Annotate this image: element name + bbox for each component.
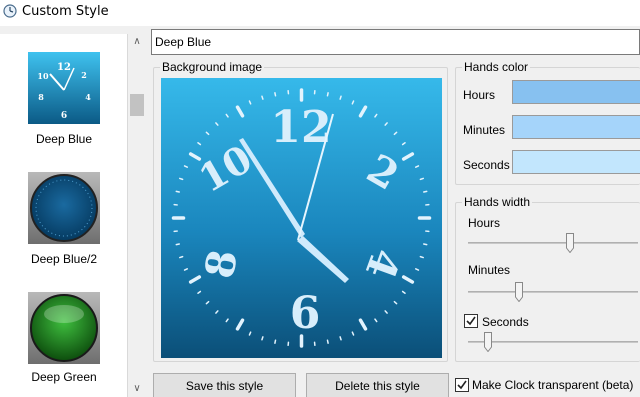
hours-color-swatch[interactable] [512, 80, 640, 104]
list-item-label: Deep Green [31, 370, 97, 384]
hours-color-label: Hours [463, 88, 496, 102]
transparent-label: Make Clock transparent (beta) [472, 378, 634, 392]
minute-tick [423, 243, 428, 246]
save-style-button[interactable]: Save this style [153, 373, 296, 397]
transparent-checkbox[interactable] [455, 378, 469, 392]
hands-width-group: Hands width Hours Minutes Seconds [455, 195, 640, 362]
seconds-color-swatch[interactable] [512, 150, 640, 174]
seconds-width-checkbox[interactable] [464, 314, 478, 328]
svg-text:8: 8 [38, 92, 44, 102]
deep-blue-thumbnail: 12 2 4 6 8 10 [28, 52, 100, 124]
scroll-up-icon[interactable]: ∧ [128, 34, 146, 50]
minute-tick [175, 190, 180, 193]
numeral-12: 12 [270, 102, 331, 153]
minute-tick [179, 255, 184, 259]
svg-text:10: 10 [37, 71, 49, 81]
list-scrollbar[interactable]: ∧ ∨ [128, 34, 146, 397]
hands-color-group: Hands color Hours Minutes Seconds [455, 60, 640, 185]
list-item-label: Deep Blue/2 [30, 252, 98, 266]
window-title: Custom Style [22, 4, 109, 19]
minute-tick [419, 177, 424, 181]
style-name-input[interactable] [151, 29, 640, 55]
hours-width-slider-thumb[interactable] [566, 233, 574, 253]
checkmark-icon [466, 316, 476, 326]
list-item[interactable]: Deep Green [0, 292, 128, 397]
seconds-color-label: Seconds [463, 158, 510, 172]
hands-color-label: Hands color [462, 60, 531, 74]
list-item[interactable]: Deep Blue/2 [0, 172, 128, 290]
minute-tick [423, 190, 428, 193]
hours-width-label: Hours [468, 216, 501, 230]
seconds-width-track[interactable] [468, 341, 638, 343]
minutes-color-label: Minutes [463, 123, 506, 137]
minute-tick [261, 95, 264, 100]
background-image-group: Background image 12 2 4 6 8 10 [153, 60, 448, 362]
delete-style-button[interactable]: Delete this style [306, 373, 449, 397]
svg-text:12: 12 [57, 62, 71, 73]
seconds-width-slider-thumb[interactable] [484, 332, 493, 352]
minute-tick [419, 255, 424, 259]
svg-text:4: 4 [85, 92, 91, 102]
minutes-width-slider-thumb[interactable] [515, 282, 523, 302]
scroll-down-icon[interactable]: ∨ [128, 381, 146, 397]
minutes-color-swatch[interactable] [512, 115, 640, 139]
hands-width-label: Hands width [462, 195, 533, 209]
list-item[interactable]: 12 2 4 6 8 10 Deep Blue [0, 52, 128, 170]
numeral-6: 6 [290, 288, 321, 339]
title-bar: Custom Style [0, 0, 640, 26]
deep-green-thumbnail [28, 292, 100, 364]
minute-tick [175, 243, 180, 246]
minute-tick [274, 92, 277, 97]
seconds-width-label: Seconds [482, 315, 529, 329]
minutes-width-label: Minutes [468, 263, 511, 277]
background-image-label: Background image [160, 60, 265, 74]
hours-width-track[interactable] [468, 242, 638, 244]
style-list[interactable]: 12 2 4 6 8 10 Deep Blue Deep Blue/2 Deep… [0, 34, 128, 397]
scroll-thumb[interactable] [130, 94, 144, 116]
svg-text:2: 2 [81, 70, 87, 80]
clock-app-icon [3, 4, 17, 18]
list-item-label: Deep Blue [35, 132, 93, 146]
svg-text:6: 6 [61, 111, 67, 121]
minutes-width-track[interactable] [468, 291, 638, 293]
minute-tick [326, 92, 329, 97]
minute-tick [339, 95, 342, 100]
minute-tick [179, 177, 184, 181]
minute-tick [326, 339, 329, 344]
clock-preview[interactable]: 12 2 4 6 8 10 [161, 78, 442, 358]
minute-tick [274, 339, 277, 344]
checkmark-icon [457, 380, 467, 390]
minute-tick [339, 336, 342, 341]
minute-tick [261, 336, 264, 341]
deep-blue-2-thumbnail [28, 172, 100, 244]
